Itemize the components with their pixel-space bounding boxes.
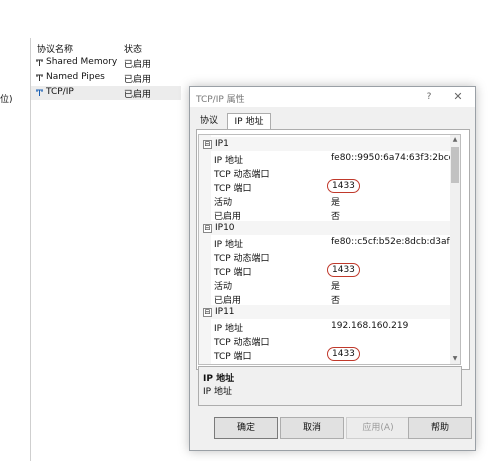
property-row[interactable]: IP 地址 fe80::c5cf:b52e:8dcb:d3af%8 (199, 235, 451, 250)
ok-button[interactable]: 确定 (214, 417, 278, 439)
dialog-title: TCP/IP 属性 (196, 95, 245, 105)
dialog-titlebar[interactable]: TCP/IP 属性 ? ✕ (190, 87, 475, 107)
property-row[interactable]: TCP 端口 1433 (199, 179, 451, 194)
column-header-status[interactable]: 状态 (124, 42, 142, 55)
protocol-icon (36, 59, 43, 66)
description-panel: IP 地址 IP 地址 (198, 366, 462, 406)
help-button[interactable]: 帮助 (408, 417, 472, 439)
section-ip10[interactable]: ⊟ IP10 (199, 221, 451, 235)
property-row[interactable]: 已启用否 (199, 291, 451, 306)
tab-ip-addresses[interactable]: IP 地址 (227, 113, 271, 130)
section-label: IP11 (215, 307, 235, 317)
section-ip1[interactable]: ⊟ IP1 (199, 137, 451, 151)
property-row[interactable]: 已启用否 (199, 207, 451, 222)
tab-protocol[interactable]: 协议 (196, 113, 222, 129)
protocol-icon (36, 89, 43, 96)
cancel-button[interactable]: 取消 (280, 417, 344, 439)
protocol-icon (36, 74, 43, 81)
property-grid[interactable]: ⊟ IP1 IP 地址fe80::9950:6a74:63f3:2bcd%20 … (198, 134, 452, 365)
property-row[interactable]: IP 地址fe80::9950:6a74:63f3:2bcd%20 (199, 151, 451, 166)
protocol-name: Named Pipes (46, 72, 105, 82)
collapse-icon[interactable]: ⊟ (203, 308, 212, 317)
property-key: TCP 端口 (214, 352, 252, 362)
scroll-up-icon[interactable]: ▲ (451, 136, 459, 144)
scrollbar-thumb[interactable] (451, 147, 459, 183)
tcp-port-value[interactable]: 1433 (327, 263, 360, 277)
property-row[interactable]: IP 地址 192.168.160.219 (199, 319, 451, 334)
tcp-port-value[interactable]: 1433 (327, 179, 360, 193)
window-top-strip (0, 0, 499, 19)
scroll-down-icon[interactable]: ▼ (451, 355, 459, 363)
description-text: IP 地址 (203, 387, 232, 397)
section-label: IP1 (215, 139, 229, 149)
protocol-name: TCP/IP (46, 87, 74, 97)
list-item-shared-memory[interactable]: Shared Memory 已启用 (31, 56, 181, 70)
protocol-name: Shared Memory (46, 57, 118, 67)
property-row[interactable]: 活动是 (199, 193, 451, 208)
description-title: IP 地址 (203, 374, 235, 384)
help-icon[interactable]: ? (422, 90, 436, 104)
section-ip11[interactable]: ⊟ IP11 (199, 305, 451, 319)
property-row[interactable]: TCP 动态端口 (199, 249, 451, 264)
property-value[interactable]: fe80::9950:6a74:63f3:2bcd%20 (331, 153, 451, 163)
protocol-status: 已启用 (124, 60, 152, 70)
section-label: IP10 (215, 223, 235, 233)
tcpip-properties-dialog: TCP/IP 属性 ? ✕ 协议 IP 地址 ⊟ IP1 IP 地址 fe80::… (189, 86, 476, 451)
property-row[interactable]: TCP 动态端口 (199, 333, 451, 348)
collapse-icon[interactable]: ⊟ (203, 224, 212, 233)
left-tree-pane[interactable]: 位) (0, 38, 31, 461)
collapse-icon[interactable]: ⊟ (203, 140, 212, 149)
property-value[interactable]: fe80::c5cf:b52e:8dcb:d3af%8 (331, 237, 451, 247)
grid-scrollbar[interactable]: ▲ ▼ (450, 134, 461, 365)
property-row[interactable]: 活动是 (199, 277, 451, 292)
property-value[interactable]: 192.168.160.219 (331, 321, 408, 331)
list-item-named-pipes[interactable]: Named Pipes 已启用 (31, 71, 181, 85)
property-row[interactable]: TCP 端口 1433 (199, 263, 451, 278)
column-header-name[interactable]: 协议名称 (37, 42, 73, 55)
apply-button[interactable]: 应用(A) (346, 417, 410, 439)
list-item-tcp-ip[interactable]: TCP/IP 已启用 (31, 86, 181, 100)
property-row[interactable]: TCP 动态端口 (199, 165, 451, 180)
protocol-status: 已启用 (124, 90, 152, 100)
close-icon[interactable]: ✕ (451, 90, 465, 104)
property-row[interactable]: TCP 端口 1433 (199, 347, 451, 362)
protocol-status: 已启用 (124, 75, 152, 85)
left-pane-truncated-text: 位) (0, 95, 13, 105)
tcp-port-value[interactable]: 1433 (327, 347, 360, 361)
toolbar-strip (0, 18, 499, 39)
